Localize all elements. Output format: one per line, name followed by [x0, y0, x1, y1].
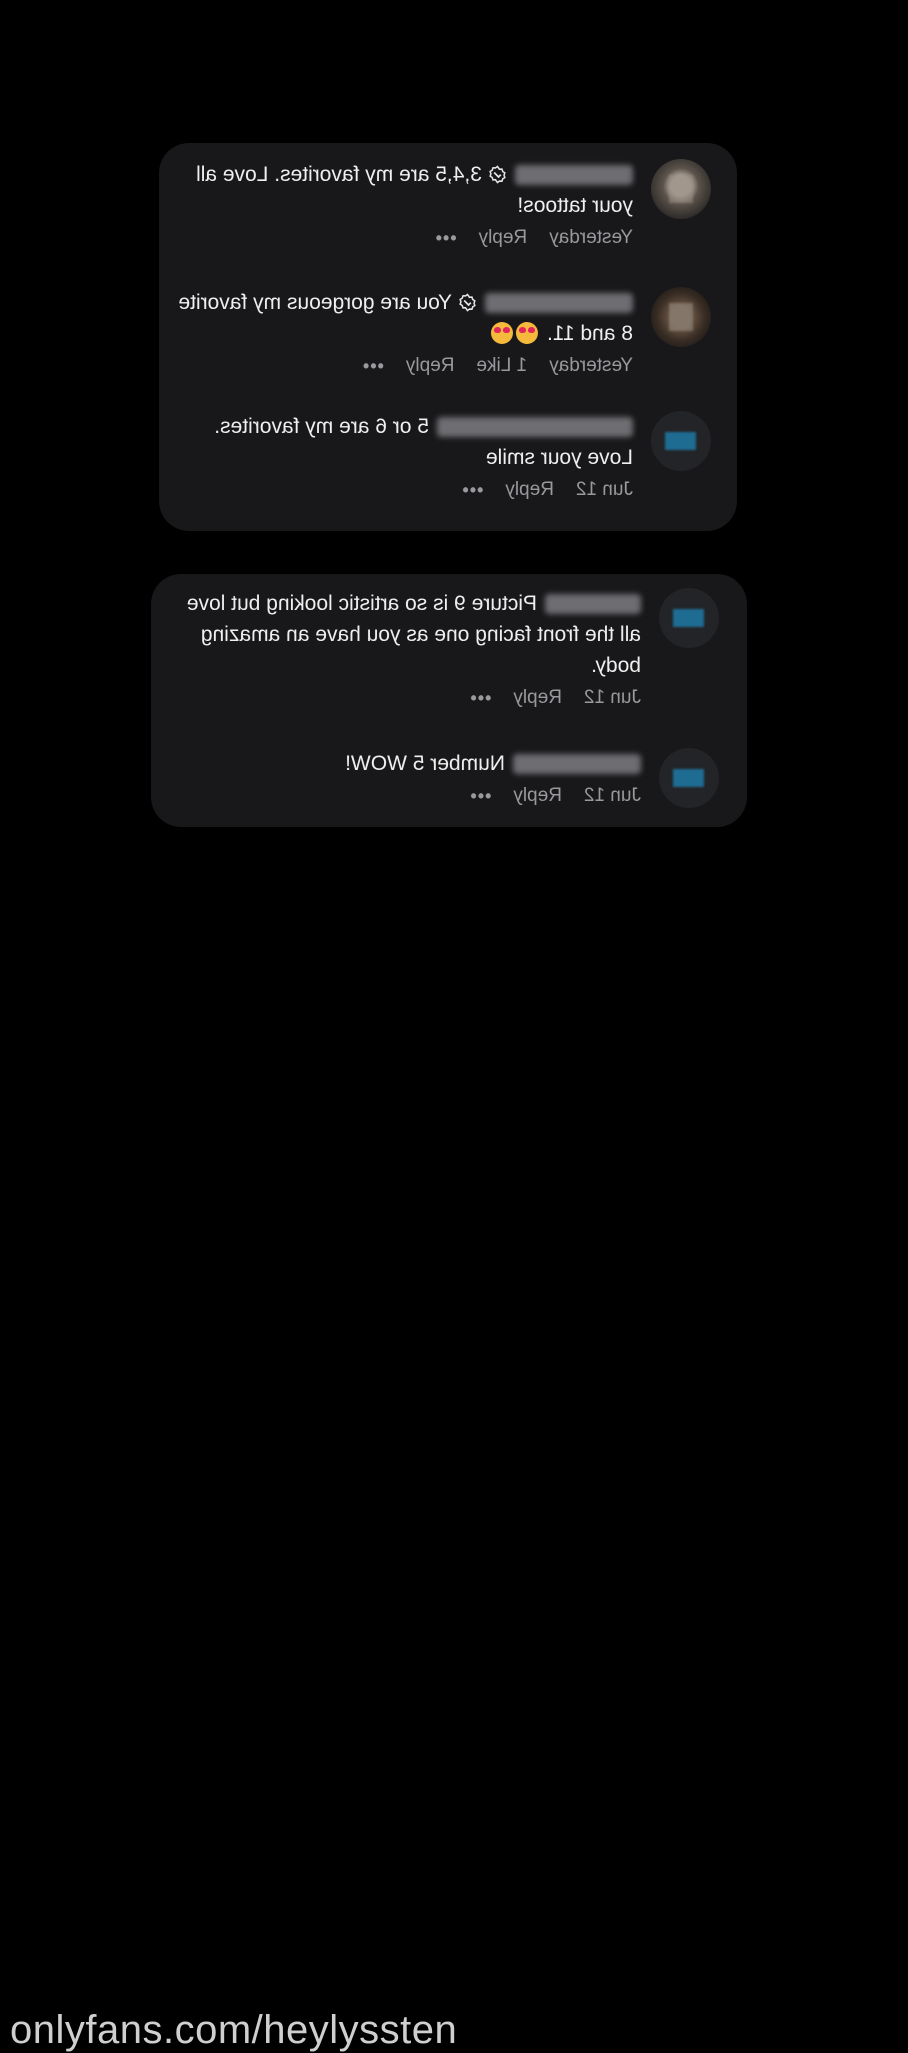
comment-card-1: 3,4,5 are my favorites. Love all your ta…	[159, 143, 737, 531]
comment-text: 3,4,5 are my favorites. Love all your ta…	[173, 159, 633, 221]
comment-meta: Jun 12 Reply •••	[181, 687, 641, 709]
comment-card-2: Picture 9 is so artistic looking but lov…	[151, 574, 747, 827]
reply-button[interactable]: Reply	[513, 687, 562, 709]
avatar-blur	[669, 303, 693, 331]
more-options-icon[interactable]: •••	[362, 356, 384, 377]
comment-body: Number 5 WOW! Jun 12 Reply •••	[181, 748, 641, 807]
comment-meta: Yesterday 1 Like Reply •••	[173, 355, 633, 377]
comment-body: 3,4,5 are my favorites. Love all your ta…	[173, 159, 633, 249]
comment-time: Yesterday	[549, 227, 633, 248]
comment-2: You are gorgeous my favorite 8 and 11. Y…	[173, 287, 711, 377]
heart-eyes-emoji-icon	[491, 322, 514, 344]
reply-button[interactable]: Reply	[505, 479, 554, 501]
comment-4: Picture 9 is so artistic looking but lov…	[181, 588, 719, 709]
reply-button[interactable]: Reply	[479, 227, 528, 249]
comment-time: Jun 12	[575, 479, 633, 500]
reply-button[interactable]: Reply	[513, 785, 562, 807]
username-blurred[interactable]	[515, 165, 633, 186]
username-blurred[interactable]	[545, 594, 641, 615]
username-blurred[interactable]	[437, 417, 633, 438]
comment-time: Jun 12	[583, 785, 641, 806]
reply-button[interactable]: Reply	[406, 355, 455, 377]
watermark-text: onlyfans.com/heylyssten	[10, 2008, 458, 2052]
heart-eyes-emoji-icon	[516, 322, 539, 344]
more-options-icon[interactable]: •••	[435, 228, 457, 249]
avatar[interactable]	[659, 588, 719, 648]
comment-body: You are gorgeous my favorite 8 and 11. Y…	[173, 287, 633, 377]
comment-time: Yesterday	[549, 355, 633, 376]
comment-text: Number 5 WOW!	[181, 748, 641, 779]
avatar-blur	[673, 769, 704, 787]
more-options-icon[interactable]: •••	[469, 786, 491, 807]
avatar[interactable]	[651, 159, 711, 219]
comment-text: 5 or 6 are my favorites. Love your smile	[173, 411, 633, 473]
comment-body: 5 or 6 are my favorites. Love your smile…	[173, 411, 633, 501]
comment-text: Picture 9 is so artistic looking but lov…	[181, 588, 641, 681]
avatar[interactable]	[659, 748, 719, 808]
username-blurred[interactable]	[485, 293, 633, 314]
comment-1: 3,4,5 are my favorites. Love all your ta…	[173, 159, 711, 249]
mirrored-screen: 3,4,5 are my favorites. Love all your ta…	[0, 0, 908, 2052]
comment-5: Number 5 WOW! Jun 12 Reply •••	[181, 748, 719, 808]
avatar-blur	[669, 175, 693, 203]
comment-body: Picture 9 is so artistic looking but lov…	[181, 588, 641, 709]
comment-meta: Jun 12 Reply •••	[173, 479, 633, 501]
avatar[interactable]	[651, 411, 711, 471]
comment-time: Jun 12	[583, 687, 641, 708]
avatar-blur	[673, 609, 704, 627]
avatar[interactable]	[651, 287, 711, 347]
verified-badge-icon	[489, 165, 506, 184]
comment-message: Number 5 WOW!	[345, 752, 505, 775]
comment-3: 5 or 6 are my favorites. Love your smile…	[173, 411, 711, 501]
username-blurred[interactable]	[513, 754, 641, 775]
verified-badge-icon	[459, 293, 476, 312]
more-options-icon[interactable]: •••	[461, 480, 483, 501]
more-options-icon[interactable]: •••	[469, 688, 491, 709]
comment-text: You are gorgeous my favorite 8 and 11.	[173, 287, 633, 349]
comment-meta: Yesterday Reply •••	[173, 227, 633, 249]
avatar-blur	[665, 432, 696, 450]
comment-meta: Jun 12 Reply •••	[181, 785, 641, 807]
like-count[interactable]: 1 Like	[476, 355, 527, 377]
